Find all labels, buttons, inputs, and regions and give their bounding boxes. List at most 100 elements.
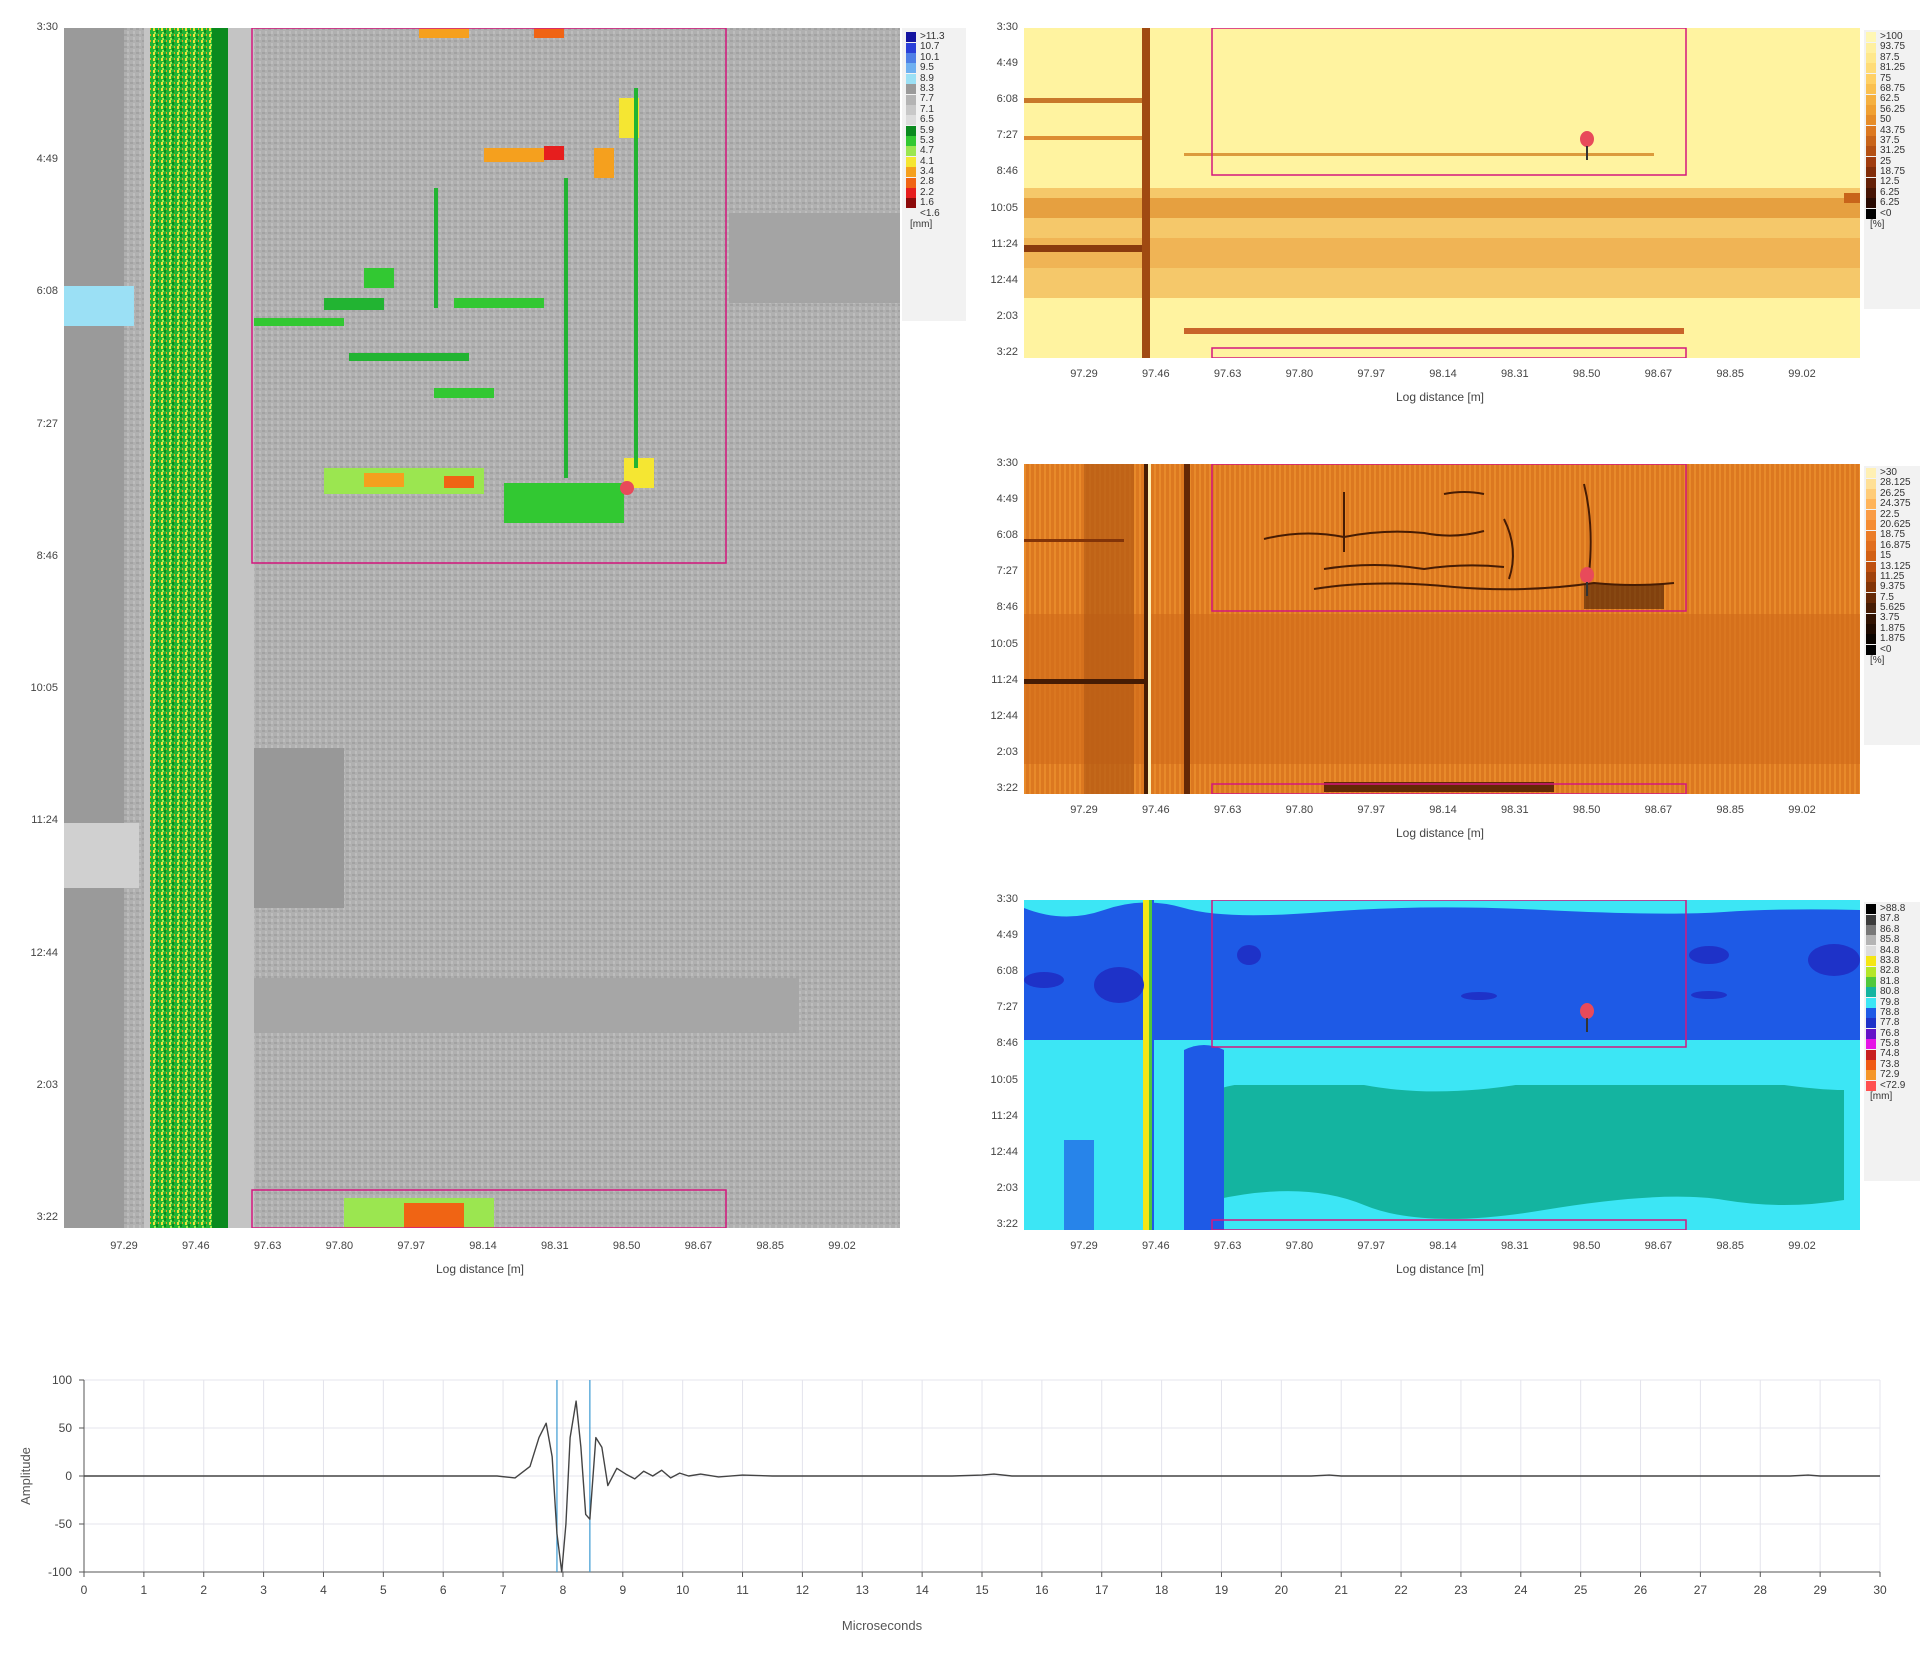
bottom-y-tick: 4:49	[996, 929, 1018, 942]
middle-legend-label: <0	[1880, 643, 1892, 655]
top-legend-swatch	[1866, 198, 1876, 209]
top-right-map-panel: 3:30 4:49 6:08 7:27 8:46 10:05 11:24 12:44 2:03 3…	[960, 0, 1920, 420]
left-x-tick: 99.02	[828, 1240, 856, 1252]
middle-legend-swatch	[1866, 499, 1876, 510]
x-tick-label: 0	[81, 1583, 88, 1597]
middle-legend-swatch	[1866, 468, 1876, 479]
x-tick-label: 7	[500, 1583, 507, 1597]
bottom-right-map[interactable]	[1024, 900, 1860, 1230]
middle-x-tick: 97.63	[1213, 804, 1242, 816]
middle-x-tick: 98.50	[1572, 804, 1601, 816]
middle-legend-entry: 24.375	[1866, 498, 1920, 510]
middle-y-tick: 3:22	[996, 782, 1018, 794]
middle-legend-swatch	[1866, 634, 1876, 645]
bottom-legend-swatch	[1866, 956, 1876, 967]
left-legend-entry: 5.3	[906, 135, 962, 147]
top-legend-swatch	[1866, 208, 1876, 219]
middle-legend-swatch	[1866, 582, 1876, 593]
left-legend-swatch	[906, 188, 916, 199]
middle-cursor-marker[interactable]	[1580, 567, 1594, 583]
top-y-tick: 11:24	[991, 237, 1018, 250]
x-tick-label: 30	[1873, 1583, 1887, 1597]
left-legend-swatch	[906, 94, 916, 105]
left-x-tick: 98.85	[756, 1240, 784, 1252]
x-tick-label: 27	[1694, 1583, 1708, 1597]
left-x-tick: 97.63	[253, 1240, 282, 1252]
left-legend-entry: 8.3	[906, 83, 962, 95]
top-legend-swatch	[1866, 115, 1876, 126]
left-legend-entry: 2.2	[906, 187, 962, 199]
top-legend-swatch	[1866, 52, 1876, 63]
x-tick-label: 25	[1574, 1583, 1588, 1597]
x-tick-label: 24	[1514, 1583, 1528, 1597]
bottom-legend-entry: <72.9	[1866, 1079, 1920, 1091]
x-tick-label: 4	[320, 1583, 327, 1597]
x-tick-label: 11	[736, 1583, 749, 1597]
middle-y-tick: 3:30	[996, 457, 1018, 469]
bottom-legend-swatch	[1866, 976, 1876, 987]
middle-legend-swatch	[1866, 572, 1876, 583]
bottom-x-tick: 97.63	[1213, 1240, 1242, 1252]
middle-x-tick: 97.80	[1285, 804, 1314, 816]
left-y-tick: 3:22	[36, 1211, 58, 1223]
top-x-tick: 98.85	[1716, 368, 1744, 380]
middle-legend-label: 15	[1880, 550, 1892, 562]
waveform-panel: 100 50 0 -50 -100 0 1 2 3 4 5 6 7 8 9 10 11 12 13 14 15 16 17 1…	[0, 1360, 1920, 1660]
middle-x-tick: 97.97	[1357, 804, 1385, 816]
x-tick-label: 16	[1035, 1583, 1049, 1597]
bottom-cursor-marker[interactable]	[1580, 1003, 1594, 1019]
waveform-chart[interactable]: 100500-50-1000 1 2 3 4 5 6 7 8 9 10 11 12 13 14 15 16 17 1…	[0, 1360, 1920, 1660]
left-thickness-map[interactable]	[64, 28, 900, 1228]
left-legend-label: 6.5	[920, 114, 934, 126]
middle-legend-entry: <0	[1866, 643, 1920, 655]
bottom-legend-label: <72.9	[1880, 1079, 1906, 1091]
bottom-y-tick: 10:05	[990, 1073, 1018, 1086]
top-x-tick: 97.29	[1070, 368, 1098, 380]
top-legend-swatch	[1866, 188, 1876, 199]
left-x-tick: 98.67	[684, 1240, 713, 1252]
top-y-tick: 12:44	[990, 273, 1018, 286]
left-legend-swatch	[906, 177, 916, 188]
bottom-legend: >88.8 87.8 86.8 85.8 84.8 83.8 82.8 81.8 80.8 79.…	[1864, 902, 1920, 1181]
left-cursor-marker[interactable]	[620, 481, 634, 495]
left-x-tick: 98.31	[541, 1240, 569, 1252]
bottom-x-tick: 97.97	[1357, 1240, 1385, 1252]
middle-x-tick: 98.31	[1501, 804, 1529, 816]
x-tick-label: 9	[619, 1583, 626, 1597]
left-legend-entry: 2.8	[906, 177, 962, 188]
left-y-tick: 11:24	[31, 814, 58, 827]
middle-x-tick: 97.29	[1070, 804, 1098, 816]
top-legend-swatch	[1866, 167, 1876, 178]
bottom-legend-unit: [mm]	[1870, 1091, 1893, 1103]
left-legend-swatch	[906, 52, 916, 63]
left-legend-swatch	[906, 63, 916, 74]
bottom-legend-swatch	[1866, 966, 1876, 977]
top-right-map[interactable]	[1024, 28, 1860, 358]
left-y-tick: 10:05	[30, 682, 58, 695]
bottom-legend-swatch	[1866, 997, 1876, 1008]
left-y-tick: 3:30	[36, 21, 58, 33]
bottom-legend-swatch	[1866, 1070, 1876, 1081]
bottom-legend-swatch	[1866, 945, 1876, 956]
bottom-legend-swatch	[1866, 1039, 1876, 1050]
top-legend-swatch	[1866, 125, 1876, 136]
top-y-tick: 2:03	[996, 309, 1018, 322]
left-x-tick: 98.14	[469, 1240, 497, 1252]
left-legend-entry: 7.7	[906, 93, 962, 105]
x-tick-label: 21	[1335, 1583, 1349, 1597]
top-cursor-marker[interactable]	[1580, 131, 1594, 147]
middle-legend-swatch	[1866, 478, 1876, 489]
bottom-legend-swatch	[1866, 904, 1876, 915]
bottom-legend-swatch	[1866, 935, 1876, 946]
waveform-y-axis-title: Amplitude	[18, 1447, 33, 1505]
top-x-tick: 98.67	[1644, 368, 1673, 380]
middle-legend-unit: [%]	[1870, 655, 1885, 667]
left-legend-entry: 10.1	[906, 52, 962, 63]
y-tick-label: 50	[59, 1421, 73, 1435]
top-y-tick: 3:30	[996, 21, 1018, 33]
middle-legend-swatch	[1866, 540, 1876, 551]
bottom-legend-swatch	[1866, 1028, 1876, 1039]
middle-y-tick: 2:03	[996, 745, 1018, 758]
middle-right-map[interactable]	[1024, 464, 1860, 794]
top-legend-unit: [%]	[1870, 219, 1885, 231]
